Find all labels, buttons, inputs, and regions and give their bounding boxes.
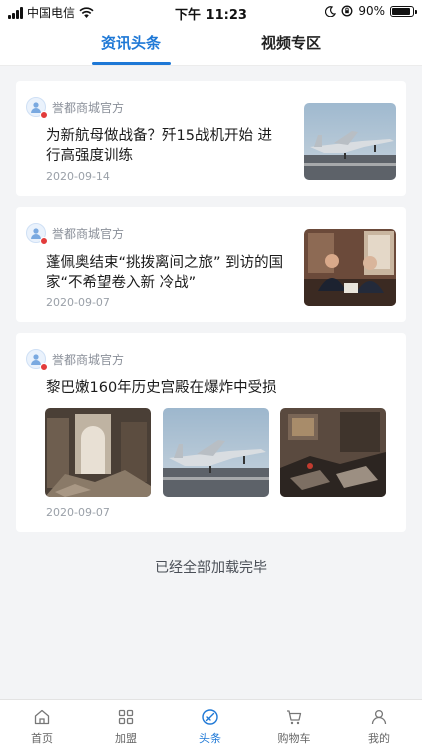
news-title[interactable]: 黎巴嫩160年历史宫殿在爆炸中受损 [46, 378, 386, 398]
moon-icon [325, 5, 337, 17]
news-date: 2020-09-14 [46, 170, 110, 183]
bottom-nav: 首页 加盟 头条 购物车 我的 [0, 699, 422, 750]
nav-label: 首页 [31, 732, 53, 745]
tab-active-indicator [92, 62, 171, 65]
nav-home[interactable]: 首页 [12, 708, 72, 746]
avatar [26, 349, 48, 371]
news-thumbnail-ruins[interactable] [280, 408, 386, 497]
status-right: 90% [325, 4, 417, 18]
cart-icon [287, 710, 302, 725]
nav-label: 我的 [368, 732, 390, 745]
avatar [26, 97, 48, 119]
news-thumbnail-meeting[interactable] [304, 229, 396, 306]
news-title[interactable]: 为新航母做战备？歼15战机开始 进行高强度训练 [46, 126, 286, 166]
news-title[interactable]: 蓬佩奥结束“挑拨离间之旅” 到访的国家“不希望卷入新 冷战” [46, 253, 296, 293]
source-name: 誉都商城官方 [52, 226, 125, 241]
user-icon [371, 709, 387, 725]
verified-badge [40, 111, 48, 119]
nav-label: 头条 [199, 732, 221, 745]
news-thumbnail-jet[interactable] [163, 408, 269, 497]
grid-icon [118, 709, 134, 725]
load-complete-text: 已经全部加载完毕 [155, 560, 267, 576]
news-card[interactable]: 誉都商城官方 蓬佩奥结束“挑拨离间之旅” 到访的国家“不希望卷入新 冷战” 20… [16, 207, 406, 322]
news-date: 2020-09-07 [46, 296, 110, 309]
verified-badge [40, 237, 48, 245]
source-name: 誉都商城官方 [52, 100, 125, 115]
home-icon [34, 709, 50, 725]
rotation-lock-icon [341, 5, 353, 17]
nav-cart[interactable]: 购物车 [264, 708, 324, 746]
tab-bar: 资讯头条 视频专区 [0, 24, 422, 66]
news-card[interactable]: 誉都商城官方 为新航母做战备？歼15战机开始 进行高强度训练 2020-09-1… [16, 81, 406, 196]
tab-news[interactable]: 资讯头条 [91, 32, 171, 58]
battery-percent: 90% [358, 4, 385, 18]
news-source: 誉都商城官方 [26, 223, 125, 245]
news-card[interactable]: 誉都商城官方 黎巴嫩160年历史宫殿在爆炸中受损 2020-09-07 [16, 333, 406, 532]
avatar [26, 223, 48, 245]
news-date: 2020-09-07 [46, 506, 110, 519]
news-thumbnail-palace[interactable] [45, 408, 151, 497]
status-bar: 中国电信 下午 11:23 90% [0, 0, 422, 24]
battery-icon [390, 5, 417, 17]
headline-icon [202, 709, 218, 725]
nav-profile[interactable]: 我的 [349, 708, 409, 746]
news-source: 誉都商城官方 [26, 349, 125, 371]
nav-label: 加盟 [115, 732, 137, 745]
news-thumbnail-jet[interactable] [304, 103, 396, 180]
tab-video[interactable]: 视频专区 [251, 32, 331, 58]
nav-join[interactable]: 加盟 [96, 708, 156, 746]
nav-headline[interactable]: 头条 [180, 708, 240, 746]
source-name: 誉都商城官方 [52, 352, 125, 367]
news-source: 誉都商城官方 [26, 97, 125, 119]
nav-label: 购物车 [277, 732, 311, 745]
verified-badge [40, 363, 48, 371]
